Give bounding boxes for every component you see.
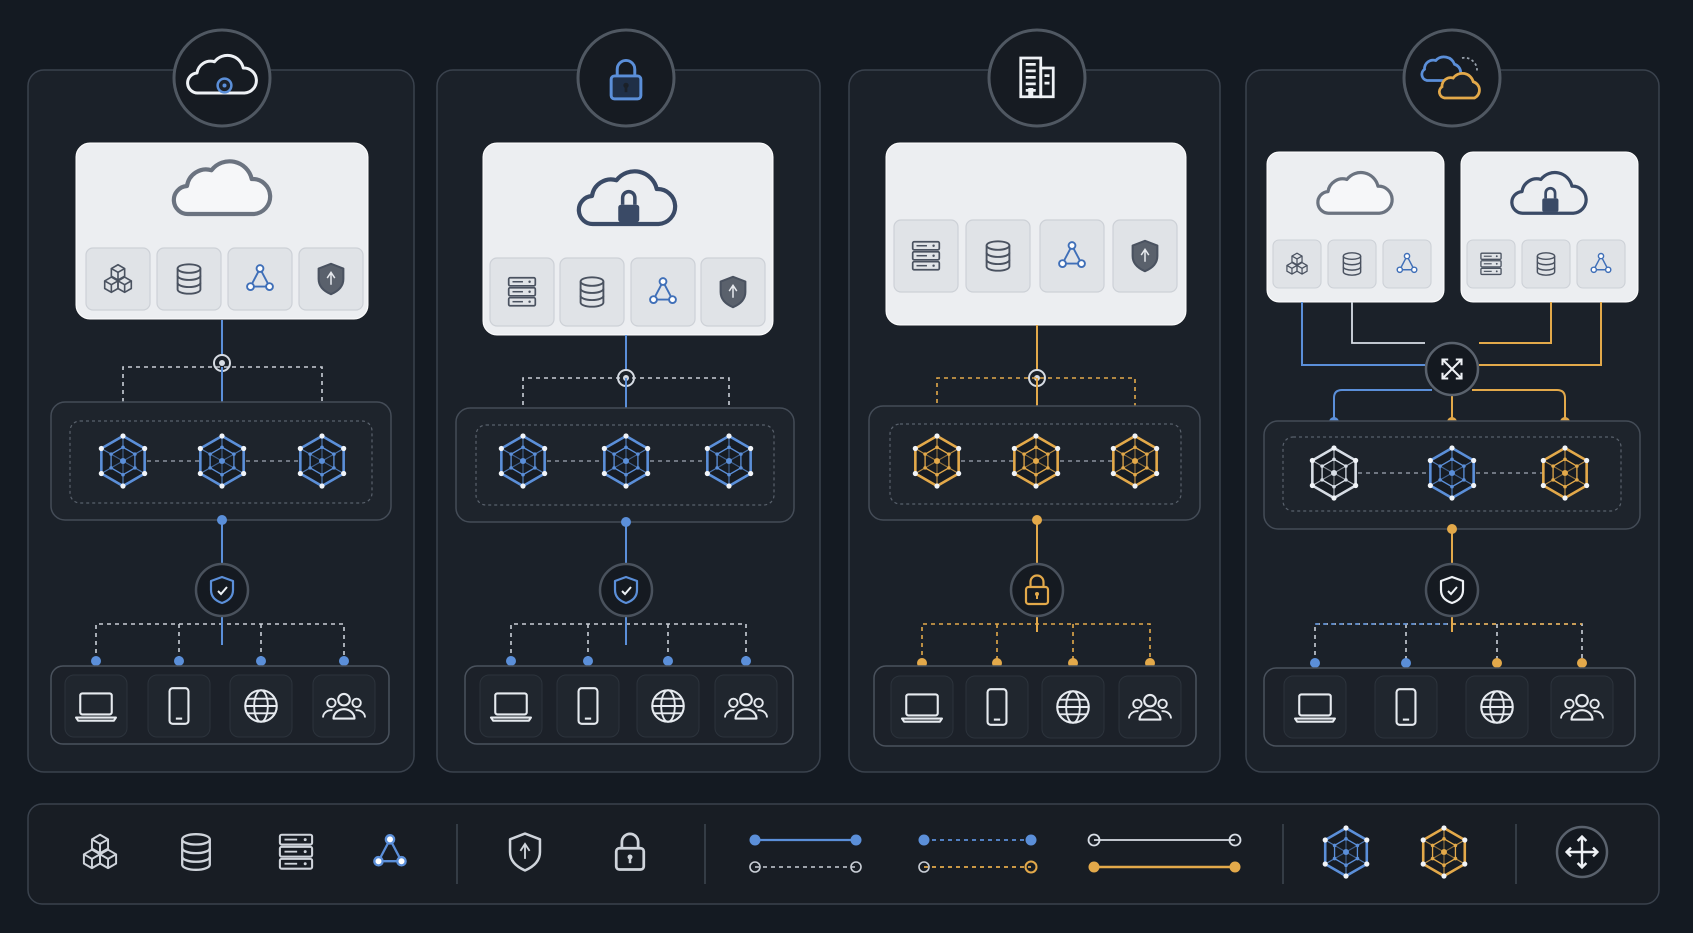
legend-dot xyxy=(850,834,862,846)
service-tile xyxy=(1039,219,1105,293)
routing-hub xyxy=(1424,341,1480,397)
service-tile xyxy=(1382,239,1432,289)
column-private-cloud xyxy=(436,28,821,773)
legend-dot xyxy=(1229,861,1241,873)
column-header-badge xyxy=(172,28,272,128)
endpoint-tile xyxy=(479,674,543,738)
shield-icon xyxy=(317,262,345,296)
column-header-badge xyxy=(987,28,1087,128)
endpoint-dot xyxy=(741,656,751,666)
security-gateway xyxy=(1424,562,1480,618)
service-tile xyxy=(630,257,696,327)
endpoint-dot xyxy=(339,656,349,666)
service-tile xyxy=(1576,239,1626,289)
endpoint-tile xyxy=(556,674,620,738)
endpoint-dot xyxy=(506,656,516,666)
architecture-diagram xyxy=(0,0,1693,929)
legend-dot xyxy=(749,834,761,846)
column-header-badge xyxy=(1402,28,1502,128)
legend-bar xyxy=(27,803,1660,905)
endpoint-dot xyxy=(256,656,266,666)
endpoint-dot xyxy=(1310,658,1320,668)
shield-icon xyxy=(1131,239,1159,273)
endpoint-dot xyxy=(663,656,673,666)
diagram-canvas xyxy=(27,28,1660,905)
endpoint-tile xyxy=(890,675,954,739)
hub-connector-core xyxy=(219,360,225,366)
endpoint-dot xyxy=(174,656,184,666)
endpoint-dot xyxy=(1401,658,1411,668)
endpoint-tile xyxy=(1283,675,1347,739)
column-public-cloud xyxy=(27,28,415,773)
legend-dot xyxy=(1025,834,1037,846)
shield-icon xyxy=(719,275,747,309)
endpoint-dot xyxy=(1577,658,1587,668)
legend-dot xyxy=(1088,861,1100,873)
security-gateway xyxy=(1009,562,1065,618)
column-on-premises xyxy=(848,28,1221,773)
endpoint-dot xyxy=(583,656,593,666)
endpoint-tile xyxy=(64,674,128,738)
endpoint-dot xyxy=(1492,658,1502,668)
endpoint-tile xyxy=(965,675,1029,739)
security-gateway xyxy=(194,562,250,618)
legend-container xyxy=(27,803,1660,905)
service-tile xyxy=(227,247,293,311)
legend-dot xyxy=(918,834,930,846)
endpoint-tile xyxy=(1374,675,1438,739)
endpoint-tile xyxy=(147,674,211,738)
security-gateway xyxy=(598,562,654,618)
column-hybrid-cloud xyxy=(1245,28,1660,773)
column-header-badge xyxy=(576,28,676,128)
endpoint-dot xyxy=(91,656,101,666)
